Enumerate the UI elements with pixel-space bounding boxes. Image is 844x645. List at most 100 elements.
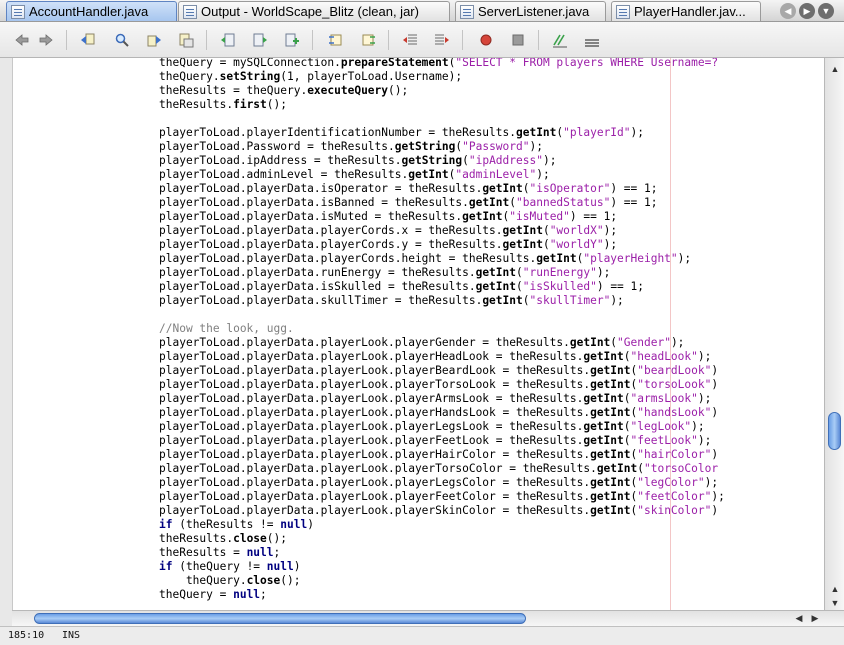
code-token: playerToLoad.Password = theResults. <box>159 140 395 153</box>
tab-label: PlayerHandler.jav... <box>634 4 746 19</box>
code-token: "playerId" <box>563 126 631 139</box>
code-token: ( <box>623 434 631 447</box>
code-token: (); <box>266 98 287 111</box>
code-line: theResults.first(); <box>159 98 824 112</box>
code-token: "handsLook" <box>637 406 712 419</box>
forward-icon[interactable] <box>38 32 54 48</box>
code-token: (); <box>266 532 287 545</box>
code-token: playerToLoad.playerData.playerLook.playe… <box>159 504 591 517</box>
code-token: "beardLook" <box>637 364 712 377</box>
code-token: playerToLoad.playerData.playerLook.playe… <box>159 406 591 419</box>
start-macro-icon[interactable] <box>478 32 494 48</box>
code-token: ); <box>670 336 685 349</box>
scroll-tabs-left-icon[interactable]: ◀ <box>780 3 796 19</box>
code-token: ) == 1; <box>610 196 658 209</box>
code-token: getInt <box>583 434 624 447</box>
code-token: "bannedStatus" <box>516 196 611 209</box>
code-token: "SELECT * FROM players WHERE Username=? <box>455 58 719 69</box>
code-token: ) <box>711 448 719 461</box>
previous-bookmark-icon[interactable] <box>220 32 236 48</box>
code-token: getInt <box>502 238 543 251</box>
code-line: playerToLoad.playerData.playerLook.playe… <box>159 350 824 364</box>
horizontal-scroll-thumb[interactable] <box>34 613 526 624</box>
previous-match-icon[interactable] <box>328 32 344 48</box>
tab-server-listener[interactable]: ServerListener.java <box>455 1 606 21</box>
shift-left-icon[interactable] <box>402 32 418 48</box>
scroll-up-arrow-icon[interactable]: ▲ <box>830 584 840 594</box>
code-token: null <box>233 588 261 601</box>
vertical-scroll-thumb[interactable] <box>828 412 841 450</box>
code-line: playerToLoad.Password = theResults.getSt… <box>159 140 824 154</box>
tab-player-handler[interactable]: PlayerHandler.jav... <box>611 1 761 21</box>
tab-account-handler[interactable]: AccountHandler.java <box>6 1 177 21</box>
code-token: ; <box>273 546 281 559</box>
code-token: playerToLoad.ipAddress = theResults. <box>159 154 402 167</box>
code-token: theQuery. <box>159 70 220 83</box>
code-token: ) <box>711 378 719 391</box>
vertical-scrollbar[interactable]: ▲ ▲ ▼ <box>824 58 844 610</box>
tab-output[interactable]: Output - WorldScape_Blitz (clean, jar) <box>178 1 450 21</box>
code-token: executeQuery <box>307 84 389 97</box>
code-token: getInt <box>590 448 631 461</box>
code-line: playerToLoad.adminLevel = theResults.get… <box>159 168 824 182</box>
java-file-icon <box>11 4 25 19</box>
code-token: ( <box>542 238 550 251</box>
code-token: getInt <box>590 378 631 391</box>
code-token: ) == 1; <box>569 210 618 223</box>
find-next-icon[interactable] <box>146 32 162 48</box>
editor-tab-bar: AccountHandler.java Output - WorldScape_… <box>0 0 844 22</box>
source-code: theQuery = mySQLConnection.prepareStatem… <box>159 58 824 602</box>
code-token: ); <box>542 154 557 167</box>
code-token: getInt <box>583 350 624 363</box>
code-token: "worldY" <box>549 238 604 251</box>
code-token: close <box>233 532 267 545</box>
next-match-icon[interactable] <box>360 32 376 48</box>
stop-macro-icon[interactable] <box>510 32 526 48</box>
scroll-down-arrow-icon[interactable]: ▼ <box>830 598 840 608</box>
find-icon[interactable] <box>114 32 130 48</box>
shift-right-icon[interactable] <box>434 32 450 48</box>
code-token: playerToLoad.playerData.playerLook.playe… <box>159 378 591 391</box>
code-token: (); <box>388 84 409 97</box>
code-token: ); <box>603 238 618 251</box>
code-token: null <box>246 546 274 559</box>
code-line: playerToLoad.playerData.isMuted = theRes… <box>159 210 824 224</box>
uncomment-icon[interactable] <box>584 32 600 48</box>
code-token: ) <box>711 364 719 377</box>
code-line: theResults = theQuery.executeQuery(); <box>159 84 824 98</box>
code-token: "feetColor" <box>637 490 712 503</box>
scroll-up-arrow-icon[interactable]: ▲ <box>830 64 840 74</box>
scroll-right-arrow-icon[interactable]: ▶ <box>810 613 820 624</box>
toolbar-separator <box>312 30 313 50</box>
code-token: ( <box>623 350 631 363</box>
scroll-tabs-right-icon[interactable]: ▶ <box>799 3 815 19</box>
code-token: ); <box>610 294 624 307</box>
code-token: getInt <box>569 336 611 349</box>
tab-list-menu-icon[interactable]: ▼ <box>818 3 834 19</box>
code-line: playerToLoad.playerData.playerCords.y = … <box>159 238 824 252</box>
next-bookmark-icon[interactable] <box>252 32 268 48</box>
code-token: first <box>233 98 267 111</box>
comment-icon[interactable] <box>552 32 568 48</box>
code-token: ) == 1; <box>596 280 644 293</box>
back-icon[interactable] <box>14 32 30 48</box>
find-selection-icon[interactable] <box>178 32 194 48</box>
code-token: theResults. <box>159 98 234 111</box>
find-previous-icon[interactable] <box>80 32 96 48</box>
code-token: (theQuery != <box>172 560 267 573</box>
code-token: playerToLoad.playerData.playerLook.playe… <box>159 448 591 461</box>
toolbar-separator <box>538 30 539 50</box>
code-editor[interactable]: theQuery = mySQLConnection.prepareStatem… <box>12 58 824 610</box>
scroll-left-arrow-icon[interactable]: ◀ <box>794 613 804 624</box>
code-token: null <box>280 518 308 531</box>
code-token: getInt <box>590 490 631 503</box>
toggle-bookmark-icon[interactable] <box>284 32 300 48</box>
insert-mode-indicator[interactable]: INS <box>62 630 80 641</box>
java-file-icon <box>616 4 630 19</box>
code-line: playerToLoad.playerData.runEnergy = theR… <box>159 266 824 280</box>
horizontal-scrollbar[interactable]: ◀ ▶ <box>12 610 844 626</box>
code-token: ( <box>542 224 550 237</box>
code-token: ); <box>603 224 618 237</box>
code-token: ); <box>697 350 712 363</box>
